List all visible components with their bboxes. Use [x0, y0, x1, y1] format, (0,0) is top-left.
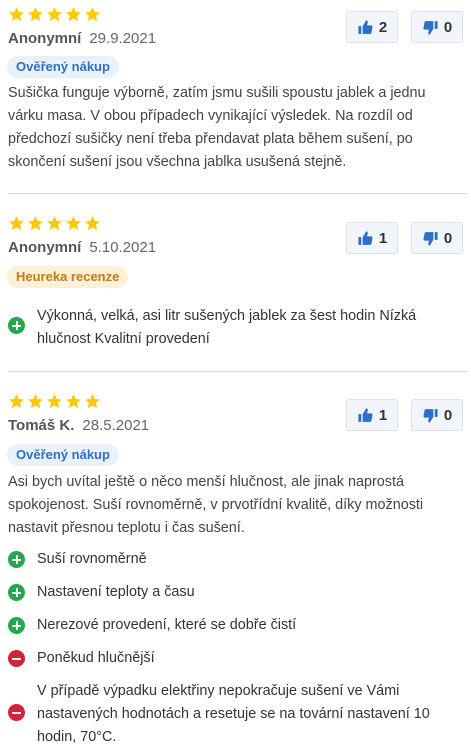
star-icon [84, 215, 101, 232]
like-count: 1 [378, 229, 388, 247]
thumbs-up-icon [357, 19, 374, 36]
review-divider [8, 193, 468, 194]
star-icon [27, 215, 44, 232]
pro-text: Nastavení teploty a času [37, 584, 195, 600]
verified-purchase-badge: Ověřený nákup [7, 56, 119, 78]
star-icon [27, 393, 44, 410]
review-author: Anonymní [8, 30, 82, 47]
dislike-count: 0 [443, 18, 453, 36]
star-icon [84, 6, 101, 23]
pro-text: Výkonná, velká, asi litr sušených jablek… [37, 308, 417, 347]
thumbs-up-icon [357, 230, 374, 247]
pro-text: Nerezové provedení, které se dobře čistí [37, 617, 297, 633]
like-count: 1 [378, 406, 388, 424]
thumbs-down-icon [422, 19, 439, 36]
star-icon [65, 215, 82, 232]
minus-circle-icon [8, 650, 25, 667]
review-meta: Anonymní 29.9.2021 [8, 30, 156, 47]
review-meta: Anonymní 5.10.2021 [8, 239, 156, 256]
star-rating [8, 393, 101, 410]
pro-item: Suší rovnoměrně [8, 548, 463, 571]
review-meta: Tomáš K. 28.5.2021 [8, 417, 149, 434]
star-icon [8, 6, 25, 23]
star-rating [8, 215, 101, 232]
con-text: V případě výpadku elektřiny nepokračuje … [37, 683, 430, 745]
minus-circle-icon [8, 704, 25, 721]
review-text: Sušička funguje výborně, zatím jsmu suši… [8, 85, 426, 170]
thumbs-down-icon [422, 407, 439, 424]
plus-circle-icon [8, 551, 25, 568]
review-text: Asi bych uvítal ještě o něco menší hlučn… [8, 474, 424, 536]
star-icon [46, 393, 63, 410]
like-count: 2 [378, 18, 388, 36]
review-divider [8, 371, 468, 372]
reviews-list: Anonymní 29.9.2021 Ověřený nákup 2 0 Suši… [0, 0, 471, 754]
star-icon [8, 393, 25, 410]
dislike-count: 0 [443, 406, 453, 424]
review-author: Anonymní [8, 239, 82, 256]
like-button[interactable]: 1 [346, 399, 398, 431]
star-icon [46, 6, 63, 23]
star-icon [46, 215, 63, 232]
pro-item: Nerezové provedení, které se dobře čistí [8, 614, 463, 637]
con-item: Poněkud hlučnější [8, 647, 463, 670]
like-button[interactable]: 2 [346, 11, 398, 43]
pro-text: Suší rovnoměrně [37, 551, 147, 567]
plus-circle-icon [8, 584, 25, 601]
review-date: 28.5.2021 [82, 417, 150, 434]
thumbs-up-icon [357, 407, 374, 424]
review-date: 5.10.2021 [89, 239, 157, 256]
con-item: V případě výpadku elektřiny nepokračuje … [8, 680, 463, 749]
dislike-count: 0 [443, 229, 453, 247]
dislike-button[interactable]: 0 [411, 11, 463, 43]
verified-purchase-badge: Ověřený nákup [7, 444, 119, 466]
star-icon [84, 393, 101, 410]
dislike-button[interactable]: 0 [411, 399, 463, 431]
star-rating [8, 6, 101, 23]
like-button[interactable]: 1 [346, 222, 398, 254]
con-text: Poněkud hlučnější [37, 650, 155, 666]
thumbs-down-icon [422, 230, 439, 247]
star-icon [65, 393, 82, 410]
dislike-button[interactable]: 0 [411, 222, 463, 254]
review-author: Tomáš K. [8, 417, 75, 434]
star-icon [65, 6, 82, 23]
plus-circle-icon [8, 317, 25, 334]
star-icon [8, 215, 25, 232]
heureka-review-badge: Heureka recenze [7, 266, 129, 288]
review-date: 29.9.2021 [89, 30, 157, 47]
plus-circle-icon [8, 617, 25, 634]
pro-item: Nastavení teploty a času [8, 581, 463, 604]
pro-item: Výkonná, velká, asi litr sušených jablek… [8, 305, 463, 351]
star-icon [27, 6, 44, 23]
